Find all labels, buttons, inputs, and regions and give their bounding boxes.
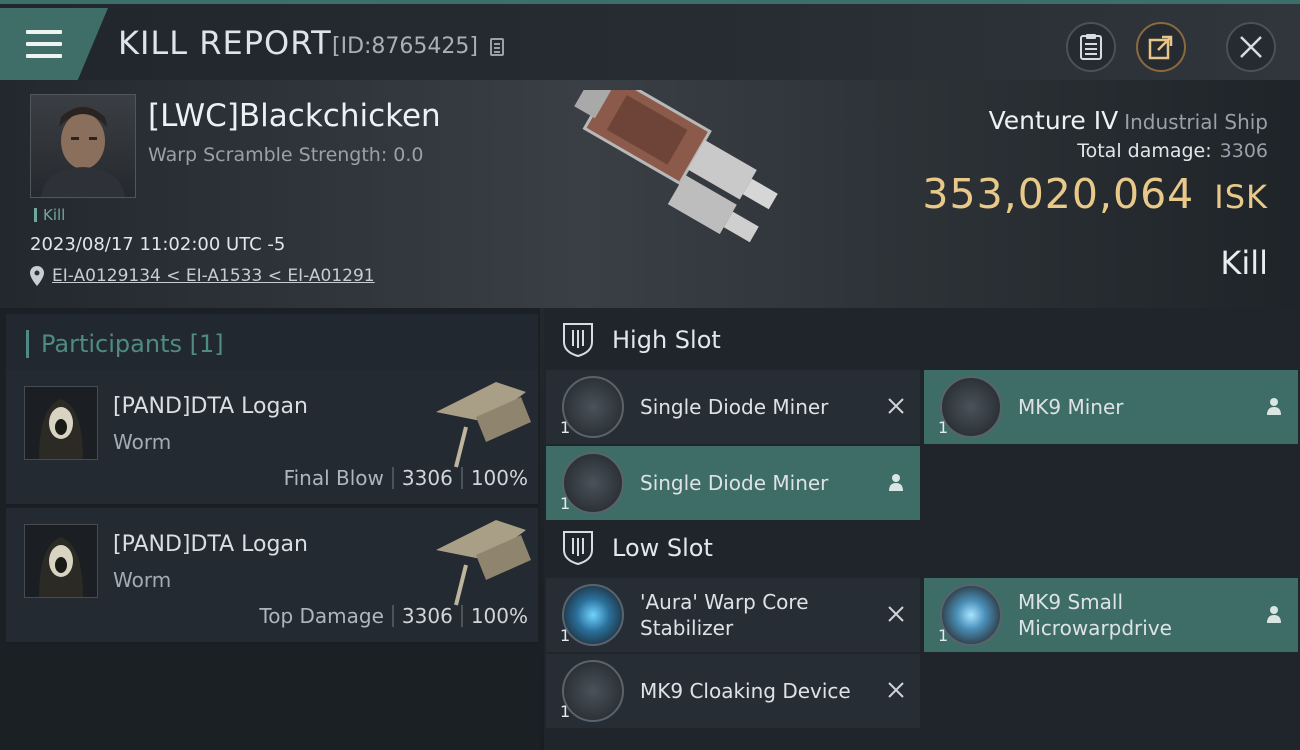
module-icon [562, 584, 624, 646]
participant-card[interactable]: [PAND]DTA Logan Worm Top Damage 3306 100… [6, 508, 538, 644]
total-damage-value: 3306 [1219, 140, 1268, 162]
participant-damage: 3306 [401, 466, 453, 490]
participant-name: [PAND]DTA Logan [113, 394, 308, 419]
participant-percent: 100% [470, 466, 528, 490]
destroyed-x-icon [888, 682, 904, 698]
module-name: MK9 Cloaking Device [640, 679, 851, 703]
participant-corp: Worm [113, 430, 172, 454]
menu-icon [26, 30, 62, 60]
participants-header: Participants [1] [6, 314, 538, 370]
high-slot-title: High Slot [612, 326, 721, 354]
shield-slot-icon [563, 531, 593, 566]
isk-value: 353,020,064 ISK [922, 170, 1268, 218]
module-name: 'Aura' Warp Core Stabilizer [640, 590, 809, 640]
location-pin-icon [30, 266, 44, 286]
clipboard-icon [1080, 34, 1102, 60]
participant-percent: 100% [470, 604, 528, 628]
warp-scramble-strength: Warp Scramble Strength: 0.0 [148, 144, 424, 166]
low-slot-header: Low Slot [544, 518, 1300, 578]
victim-ship-name: Venture IV Industrial Ship [989, 106, 1268, 135]
module-qty: 1 [560, 418, 571, 437]
share-button[interactable] [1136, 22, 1186, 72]
participant-ship-image [436, 382, 531, 468]
total-damage-label: Total damage: [1077, 140, 1212, 162]
pilot-icon [1267, 398, 1281, 415]
participant-corp: Worm [113, 568, 172, 592]
location-row: EI-A0129134 < EI-A1533 < EI-A01291 [30, 266, 375, 286]
stats-divider [391, 467, 394, 489]
participant-card[interactable]: [PAND]DTA Logan Worm Final Blow 3306 100… [6, 370, 538, 506]
low-slot-title: Low Slot [612, 534, 713, 562]
stats-divider [460, 605, 463, 627]
module-qty: 1 [560, 626, 571, 645]
report-id: [ID:8765425] [332, 34, 478, 59]
module-item[interactable]: 1 MK9 Small Microwarpdrive [924, 578, 1298, 652]
destroyed-x-icon [888, 606, 904, 622]
module-icon [940, 584, 1002, 646]
module-item[interactable]: 1 'Aura' Warp Core Stabilizer [546, 578, 920, 652]
victim-name: [LWC]Blackchicken [148, 98, 441, 134]
kill-summary: [LWC]Blackchicken Warp Scramble Strength… [0, 80, 1300, 308]
page-title: KILL REPORT [118, 24, 332, 62]
destroyed-x-icon [888, 398, 904, 414]
fitting-panel: High Slot 1 Single Diode Miner 1 MK9 Min… [544, 308, 1300, 750]
participant-role: Top Damage [259, 604, 384, 628]
module-name: Single Diode Miner [640, 471, 829, 495]
location-link[interactable]: EI-A0129134 < EI-A1533 < EI-A01291 [52, 266, 375, 286]
share-icon [1148, 35, 1173, 60]
module-icon [562, 376, 624, 438]
module-item[interactable]: 1 MK9 Miner [924, 370, 1298, 444]
clipboard-button[interactable] [1066, 22, 1116, 72]
module-icon [562, 660, 624, 722]
module-qty: 1 [560, 702, 571, 721]
module-qty: 1 [938, 418, 949, 437]
module-name: MK9 Miner [1018, 395, 1124, 419]
participant-name: [PAND]DTA Logan [113, 532, 308, 557]
module-item[interactable]: 1 Single Diode Miner [546, 446, 920, 520]
participant-damage: 3306 [401, 604, 453, 628]
participant-stats: Final Blow 3306 100% [284, 466, 528, 490]
participant-role: Final Blow [283, 466, 384, 490]
module-name: MK9 Small Microwarpdrive [1018, 590, 1172, 640]
high-slot-header: High Slot [544, 310, 1300, 370]
module-item[interactable]: 1 MK9 Cloaking Device [546, 654, 920, 728]
header-bar: KILL REPORT [ID:8765425] [0, 0, 1300, 80]
total-damage: Total damage: 3306 [1077, 140, 1268, 162]
participant-stats: Top Damage 3306 100% [259, 604, 528, 628]
pilot-icon [1267, 606, 1281, 623]
ship-name-text: Venture IV [988, 106, 1119, 135]
result-label: Kill [1220, 244, 1268, 282]
module-name: Single Diode Miner [640, 395, 829, 419]
menu-button[interactable] [0, 8, 108, 80]
stats-divider [391, 605, 394, 627]
stats-divider [460, 467, 463, 489]
close-icon [1240, 36, 1262, 58]
kill-report-screen: KILL REPORT [ID:8765425] [LWC]Blackchick… [0, 0, 1300, 750]
participants-title: Participants [1] [26, 330, 224, 358]
participant-ship-image [436, 520, 531, 606]
copy-icon[interactable] [490, 38, 504, 56]
participants-panel: Participants [1] [PAND]DTA Logan Worm Fi… [0, 308, 540, 750]
ship-class: Industrial Ship [1124, 110, 1268, 134]
module-item[interactable]: 1 Single Diode Miner [546, 370, 920, 444]
kill-tag: Kill [34, 206, 65, 224]
participant-avatar[interactable] [24, 386, 98, 460]
module-icon [940, 376, 1002, 438]
participant-avatar[interactable] [24, 524, 98, 598]
module-qty: 1 [938, 626, 949, 645]
module-qty: 1 [560, 494, 571, 513]
module-icon [562, 452, 624, 514]
shield-slot-icon [563, 323, 593, 358]
pilot-icon [889, 474, 903, 491]
victim-ship-image [574, 90, 778, 243]
victim-portrait[interactable] [30, 94, 136, 198]
close-button[interactable] [1226, 22, 1276, 72]
kill-timestamp: 2023/08/17 11:02:00 UTC -5 [30, 234, 286, 255]
isk-unit: ISK [1214, 178, 1268, 216]
isk-amount: 353,020,064 [922, 170, 1195, 218]
